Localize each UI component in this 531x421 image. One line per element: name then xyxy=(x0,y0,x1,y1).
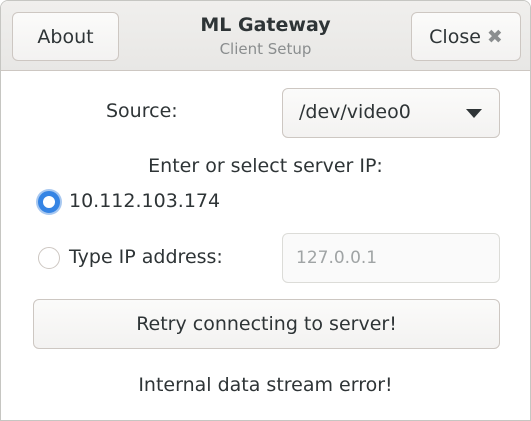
client-setup-window: About ML Gateway Client Setup Close ✖ So… xyxy=(0,0,531,421)
window-title-block: ML Gateway Client Setup xyxy=(151,13,380,60)
server-ip-prompt: Enter or select server IP: xyxy=(148,155,383,177)
dropdown-arrow-icon xyxy=(466,109,482,118)
source-label: Source: xyxy=(106,100,178,122)
ip-address-input[interactable] xyxy=(282,233,500,283)
close-icon: ✖ xyxy=(486,25,503,48)
window-title: ML Gateway xyxy=(200,14,331,36)
header-bar: About ML Gateway Client Setup Close ✖ xyxy=(1,1,530,71)
source-dropdown[interactable]: /dev/video0 xyxy=(282,88,500,138)
server-ip-option-label[interactable]: 10.112.103.174 xyxy=(69,190,220,212)
close-button-label: Close xyxy=(429,25,481,48)
retry-button-label: Retry connecting to server! xyxy=(136,313,397,335)
custom-ip-radio[interactable] xyxy=(38,247,60,269)
retry-connect-button[interactable]: Retry connecting to server! xyxy=(33,299,500,349)
server-ip-radio-selected[interactable] xyxy=(38,191,60,213)
custom-ip-option-label[interactable]: Type IP address: xyxy=(69,246,223,268)
window-subtitle: Client Setup xyxy=(219,40,312,58)
close-button[interactable]: Close ✖ xyxy=(411,12,521,61)
source-selected-value: /dev/video0 xyxy=(299,101,411,123)
about-button-label: About xyxy=(37,25,94,48)
about-button[interactable]: About xyxy=(12,12,119,61)
status-message: Internal data stream error! xyxy=(138,374,393,396)
